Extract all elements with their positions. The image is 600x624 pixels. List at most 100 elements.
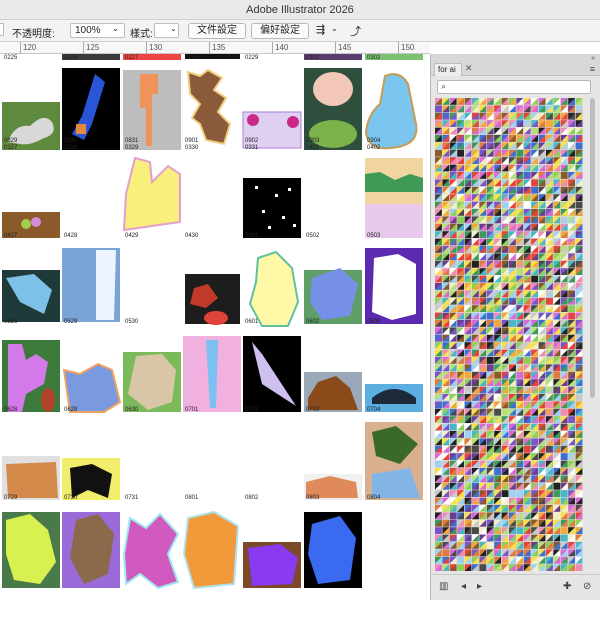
color-swatch[interactable]	[531, 527, 538, 534]
color-swatch[interactable]	[575, 460, 583, 468]
color-swatch[interactable]	[575, 246, 583, 253]
artboard[interactable]: 0830	[62, 54, 120, 144]
color-swatch[interactable]	[516, 231, 524, 238]
color-swatch[interactable]	[575, 423, 583, 431]
color-swatch[interactable]	[486, 445, 494, 453]
color-swatch[interactable]	[553, 371, 561, 379]
color-swatch[interactable]	[494, 209, 501, 216]
color-swatch[interactable]	[486, 386, 494, 394]
color-swatch[interactable]	[442, 468, 450, 475]
color-swatch[interactable]	[464, 416, 472, 423]
color-swatch[interactable]	[546, 253, 553, 261]
color-swatch[interactable]	[523, 556, 531, 564]
color-swatch[interactable]	[464, 127, 472, 135]
color-swatch[interactable]	[464, 297, 472, 305]
color-swatch[interactable]	[449, 408, 457, 416]
color-swatch[interactable]	[538, 505, 546, 512]
color-swatch[interactable]	[435, 445, 442, 453]
color-swatch[interactable]	[560, 238, 568, 246]
color-swatch[interactable]	[457, 445, 464, 453]
color-swatch[interactable]	[457, 253, 464, 261]
color-swatch[interactable]	[560, 334, 568, 342]
color-swatch[interactable]	[516, 164, 524, 172]
color-swatch[interactable]	[464, 342, 472, 349]
color-swatch[interactable]	[516, 527, 524, 534]
color-swatch[interactable]	[560, 534, 568, 542]
color-swatch[interactable]	[435, 320, 442, 327]
color-swatch[interactable]	[516, 549, 524, 557]
color-swatch[interactable]	[457, 268, 464, 275]
artboard[interactable]: 0630	[123, 323, 181, 413]
color-swatch[interactable]	[568, 490, 575, 497]
color-swatch[interactable]	[479, 275, 487, 283]
color-swatch[interactable]	[531, 149, 538, 157]
color-swatch[interactable]	[435, 179, 442, 187]
color-swatch[interactable]	[501, 505, 509, 512]
style-chevron-icon[interactable]: ⌄	[170, 24, 177, 33]
color-swatch[interactable]	[560, 164, 568, 172]
color-swatch[interactable]	[494, 268, 501, 275]
color-swatch[interactable]	[553, 431, 561, 438]
color-swatch[interactable]	[501, 297, 509, 305]
preferences-button[interactable]: 偏好設定	[251, 23, 309, 39]
color-swatch[interactable]	[523, 357, 531, 364]
color-swatch[interactable]	[494, 342, 501, 349]
color-swatch[interactable]	[479, 216, 487, 224]
color-swatch[interactable]	[449, 320, 457, 327]
color-swatch[interactable]	[494, 490, 501, 497]
color-swatch[interactable]	[516, 490, 524, 497]
color-swatch[interactable]	[449, 482, 457, 490]
color-swatch[interactable]	[509, 112, 516, 120]
color-swatch[interactable]	[546, 527, 553, 534]
color-swatch[interactable]	[449, 201, 457, 209]
color-swatch[interactable]	[494, 320, 501, 327]
color-swatch[interactable]	[486, 260, 494, 268]
color-swatch[interactable]	[538, 231, 546, 238]
color-swatch[interactable]	[501, 290, 509, 298]
color-swatch[interactable]	[516, 209, 524, 216]
color-swatch[interactable]	[531, 164, 538, 172]
color-swatch[interactable]	[494, 98, 501, 105]
color-swatch[interactable]	[538, 127, 546, 135]
color-swatch[interactable]	[553, 527, 561, 534]
color-swatch[interactable]	[509, 283, 516, 290]
color-swatch[interactable]	[516, 512, 524, 520]
color-swatch[interactable]	[472, 386, 479, 394]
color-swatch[interactable]	[546, 497, 553, 505]
color-swatch[interactable]	[546, 438, 553, 446]
color-swatch[interactable]	[538, 416, 546, 423]
color-swatch[interactable]	[531, 127, 538, 135]
color-swatch[interactable]	[494, 142, 501, 150]
color-swatch[interactable]	[464, 142, 472, 150]
color-swatch[interactable]	[494, 527, 501, 534]
color-swatch[interactable]	[531, 253, 538, 261]
color-swatch[interactable]	[575, 253, 583, 261]
color-swatch[interactable]	[486, 105, 494, 113]
color-swatch[interactable]	[516, 260, 524, 268]
color-swatch[interactable]	[523, 231, 531, 238]
color-swatch[interactable]	[479, 105, 487, 113]
color-swatch[interactable]	[457, 149, 464, 157]
color-swatch[interactable]	[560, 172, 568, 179]
color-swatch[interactable]	[501, 349, 509, 357]
color-swatch[interactable]	[435, 231, 442, 238]
color-swatch[interactable]	[509, 201, 516, 209]
color-swatch[interactable]	[501, 482, 509, 490]
color-swatch[interactable]	[494, 186, 501, 194]
color-swatch[interactable]	[457, 431, 464, 438]
color-swatch[interactable]	[472, 327, 479, 335]
color-swatch[interactable]	[442, 157, 450, 164]
color-swatch[interactable]	[457, 342, 464, 349]
color-swatch[interactable]	[523, 186, 531, 194]
color-swatch[interactable]	[449, 460, 457, 468]
color-swatch[interactable]	[546, 475, 553, 483]
color-swatch[interactable]	[501, 320, 509, 327]
color-swatch[interactable]	[575, 475, 583, 483]
color-swatch[interactable]	[560, 527, 568, 534]
color-swatch[interactable]	[516, 149, 524, 157]
color-swatch[interactable]	[479, 527, 487, 534]
color-swatch[interactable]	[457, 416, 464, 423]
color-swatch[interactable]	[464, 505, 472, 512]
color-swatch[interactable]	[560, 497, 568, 505]
color-swatch[interactable]	[575, 320, 583, 327]
